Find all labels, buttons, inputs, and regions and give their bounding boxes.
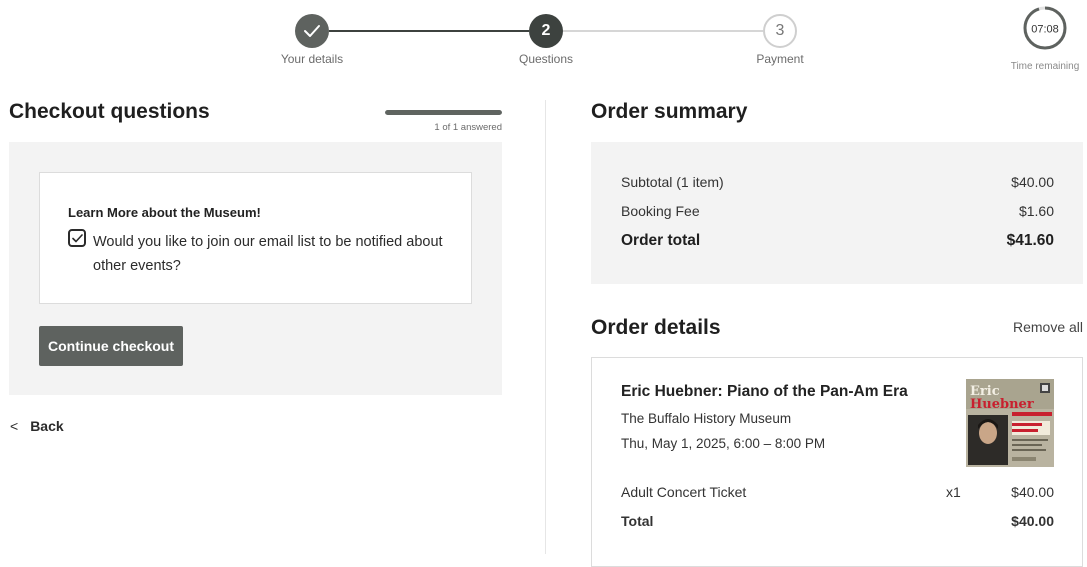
ticket-price: $40.00 bbox=[1011, 484, 1054, 500]
step-3-upcoming: 3 bbox=[763, 14, 797, 48]
poster-line-2: Huebner bbox=[970, 397, 1034, 412]
step-3-label: Payment bbox=[756, 52, 804, 66]
questions-progress-fill bbox=[385, 110, 502, 115]
questions-progress-text: 1 of 1 answered bbox=[434, 122, 502, 133]
column-divider bbox=[545, 100, 546, 554]
subtotal-label: Subtotal (1 item) bbox=[621, 174, 724, 190]
step-1-label: Your details bbox=[280, 52, 344, 66]
subtotal-row: Subtotal (1 item) $40.00 bbox=[621, 174, 1054, 190]
booking-fee-value: $1.60 bbox=[1018, 203, 1054, 219]
order-total-value: $41.60 bbox=[1006, 232, 1054, 249]
step-connector-upcoming bbox=[563, 30, 763, 32]
order-total-row: Order total $41.60 bbox=[621, 232, 1054, 250]
details-total-row: Total $40.00 bbox=[621, 513, 1054, 529]
subtotal-value: $40.00 bbox=[1011, 174, 1054, 190]
timer-ring-icon: 07:08 bbox=[1023, 6, 1067, 50]
continue-checkout-button[interactable]: Continue checkout bbox=[39, 326, 183, 366]
check-icon bbox=[71, 233, 83, 242]
chevron-left-icon: < bbox=[10, 418, 19, 434]
ticket-quantity: x1 bbox=[946, 484, 961, 500]
email-list-checkbox-label[interactable]: Would you like to join our email list to… bbox=[93, 230, 463, 278]
event-title: Eric Huebner: Piano of the Pan-Am Era bbox=[621, 383, 908, 400]
checkout-stepper: Your details 2 Questions 3 Payment 07:08… bbox=[0, 0, 1087, 80]
event-poster-image: Eric Huebner bbox=[966, 379, 1054, 467]
questions-progress-bar bbox=[385, 110, 502, 115]
email-list-checkbox[interactable] bbox=[68, 229, 86, 247]
ticket-row: Adult Concert Ticket $40.00 bbox=[621, 484, 1054, 500]
timer-label: Time remaining bbox=[1010, 61, 1080, 72]
step-connector-done bbox=[329, 30, 529, 32]
back-link[interactable]: < Back bbox=[10, 418, 64, 434]
back-label: Back bbox=[30, 418, 64, 434]
details-total-label: Total bbox=[621, 513, 654, 529]
booking-fee-label: Booking Fee bbox=[621, 203, 700, 219]
event-venue: The Buffalo History Museum bbox=[621, 411, 792, 426]
question-heading: Learn More about the Museum! bbox=[68, 205, 261, 220]
order-summary-title: Order summary bbox=[591, 100, 748, 123]
check-icon bbox=[304, 25, 320, 37]
step-2-current: 2 bbox=[529, 14, 563, 48]
booking-fee-row: Booking Fee $1.60 bbox=[621, 203, 1054, 219]
details-total-value: $40.00 bbox=[1011, 513, 1054, 529]
remove-all-link[interactable]: Remove all bbox=[1013, 319, 1083, 335]
step-2-label: Questions bbox=[518, 52, 574, 66]
step-1-done[interactable] bbox=[295, 14, 329, 48]
event-datetime: Thu, May 1, 2025, 6:00 – 8:00 PM bbox=[621, 436, 826, 451]
checkout-questions-title: Checkout questions bbox=[9, 100, 210, 123]
timer-value: 07:08 bbox=[1031, 24, 1059, 36]
order-details-title: Order details bbox=[591, 316, 721, 339]
order-total-label: Order total bbox=[621, 232, 701, 249]
ticket-label: Adult Concert Ticket bbox=[621, 484, 747, 500]
